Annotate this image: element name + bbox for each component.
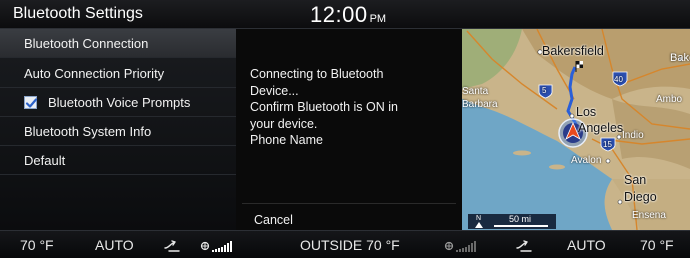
- air-direction-icon[interactable]: [163, 239, 183, 253]
- menu-item-default[interactable]: Default: [0, 146, 236, 175]
- map-city-avalon: Avalon: [571, 155, 602, 166]
- voice-prompts-checkbox[interactable]: [24, 96, 38, 109]
- menu-item-label: Auto Connection Priority: [24, 66, 165, 81]
- cancel-button[interactable]: Cancel: [254, 213, 293, 227]
- right-temperature[interactable]: 70 °F: [640, 237, 674, 253]
- page-title: Bluetooth Settings: [13, 5, 143, 22]
- climate-bar: 70 °F AUTO OUTSIDE 70 °F AUTO 70 °F: [0, 230, 690, 258]
- navigation-map[interactable]: 40 5 15 Bakersfield Bake Santa Barbara A…: [462, 29, 690, 230]
- map-city-barbara: Barbara: [462, 99, 498, 110]
- highway-shield-label: 15: [603, 140, 612, 149]
- map-city-angeles: Angeles: [578, 121, 624, 135]
- air-direction-icon[interactable]: [515, 239, 535, 253]
- map-city-bake: Bake: [670, 52, 690, 64]
- top-bar: Bluetooth Settings 12:00 PM: [0, 0, 690, 29]
- fan-speed-icon[interactable]: [200, 239, 240, 253]
- outside-temperature: OUTSIDE 70 °F: [300, 237, 400, 253]
- message-line: Confirm Bluetooth is ON in: [250, 100, 398, 114]
- connection-message: Connecting to Bluetooth Device... Confir…: [250, 66, 450, 149]
- connection-dialog: Connecting to Bluetooth Device... Confir…: [236, 29, 462, 230]
- menu-item-label: Default: [24, 153, 66, 168]
- map-city-bakersfield: Bakersfield: [542, 44, 604, 58]
- map-city-santa: Santa: [462, 86, 489, 97]
- north-label: N: [476, 215, 482, 222]
- scale-distance: 50 mi: [509, 214, 532, 224]
- phone-name: Phone Name: [250, 133, 323, 147]
- map-city-ensena: Ensena: [632, 210, 666, 221]
- map-scale-bar: N 50 mi: [468, 214, 556, 229]
- menu-item-label: Bluetooth System Info: [24, 124, 152, 139]
- clock-ampm: PM: [369, 13, 387, 25]
- highway-shield-label: 40: [614, 75, 623, 84]
- map-city-san: San: [624, 173, 647, 187]
- north-arrow-icon: [475, 222, 483, 228]
- scale-line: [494, 225, 548, 227]
- map-city-ambo: Ambo: [656, 94, 683, 105]
- message-line: Device...: [250, 83, 299, 98]
- menu-item-bluetooth-system-info[interactable]: Bluetooth System Info: [0, 117, 236, 146]
- left-auto-mode[interactable]: AUTO: [95, 237, 134, 253]
- right-auto-mode[interactable]: AUTO: [567, 237, 606, 253]
- menu-item-bluetooth-voice-prompts[interactable]: Bluetooth Voice Prompts: [0, 88, 236, 117]
- map-city-los: Los: [576, 105, 597, 119]
- settings-sidebar: Bluetooth Connection Auto Connection Pri…: [0, 29, 236, 230]
- clock: 12:00 PM: [310, 2, 386, 28]
- checkmark-icon: [25, 98, 38, 108]
- menu-item-bluetooth-connection[interactable]: Bluetooth Connection: [0, 29, 236, 58]
- menu-item-auto-connection-priority[interactable]: Auto Connection Priority: [0, 59, 236, 88]
- message-line: your device.: [250, 116, 318, 131]
- message-line: Connecting to Bluetooth: [250, 67, 384, 81]
- map-city-diego: Diego: [624, 190, 657, 204]
- dialog-divider: [242, 203, 456, 204]
- map-city-indio: Indio: [622, 130, 644, 141]
- menu-item-label: Bluetooth Voice Prompts: [48, 95, 191, 110]
- menu-item-label: Bluetooth Connection: [24, 36, 149, 51]
- highway-shield-label: 5: [542, 86, 547, 95]
- fan-speed-icon[interactable]: [444, 239, 484, 253]
- left-temperature[interactable]: 70 °F: [20, 237, 54, 253]
- clock-time: 12:00: [310, 2, 368, 27]
